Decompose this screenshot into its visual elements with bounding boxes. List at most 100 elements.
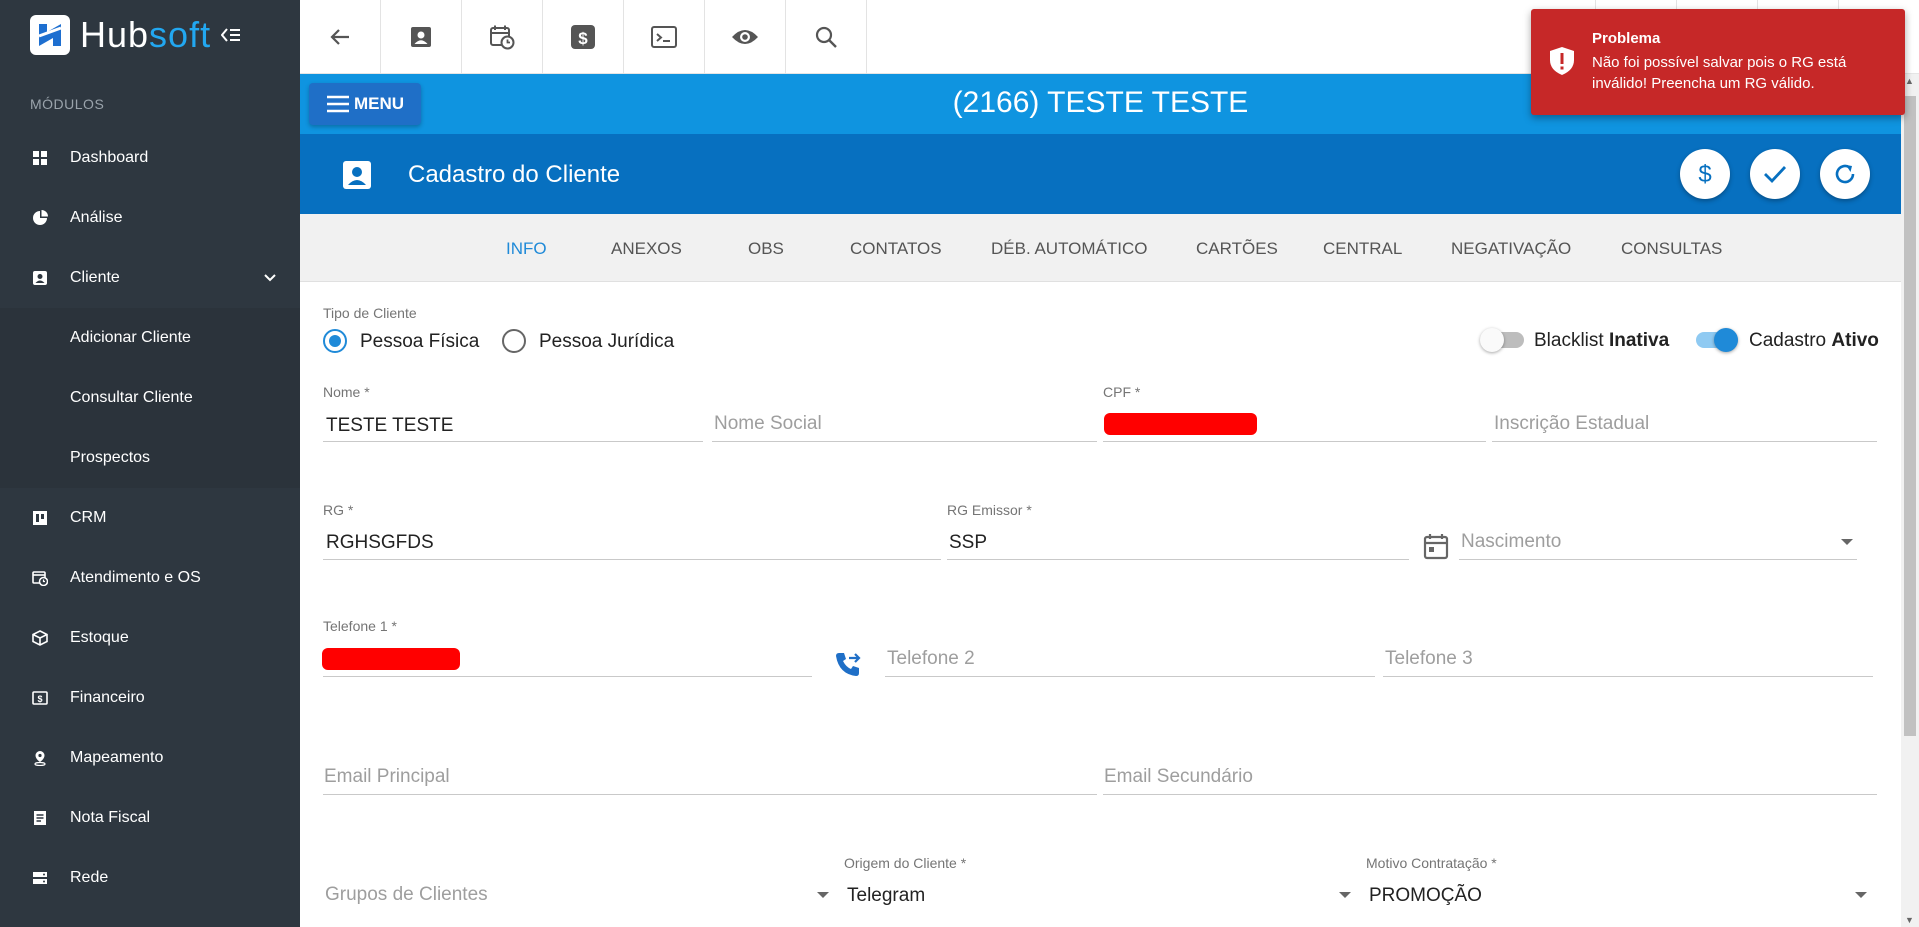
calendar-icon[interactable] [1423, 532, 1449, 565]
tab-contatos[interactable]: CONTATOS [850, 239, 942, 259]
sidebar-item-financeiro[interactable]: $ Financeiro [0, 668, 300, 728]
menu-button[interactable]: MENU [309, 83, 421, 125]
tab-obs[interactable]: OBS [748, 239, 784, 259]
pie-chart-icon [30, 208, 50, 228]
scroll-down-arrow-icon[interactable]: ▼ [1905, 915, 1914, 925]
svg-text:$: $ [1698, 161, 1711, 187]
client-card-button[interactable] [381, 0, 462, 74]
sidebar-item-atendimento[interactable]: Atendimento e OS [0, 548, 300, 608]
nome-input[interactable]: TESTE TESTE [326, 415, 453, 437]
sidebar-item-rede[interactable]: Rede [0, 848, 300, 908]
pessoa-fisica-label: Pessoa Física [360, 331, 480, 352]
origem-dropdown-caret-icon[interactable] [1339, 892, 1351, 898]
sidebar-subitem-adicionar-cliente[interactable]: Adicionar Cliente [0, 308, 300, 368]
motivo-select[interactable]: PROMOÇÃO [1369, 885, 1482, 907]
calendar-clock-icon [30, 568, 50, 588]
dashboard-icon [30, 148, 50, 168]
tab-central[interactable]: CENTRAL [1323, 239, 1402, 259]
nome-social-underline [712, 441, 1097, 442]
telefone1-label: Telefone 1 * [323, 618, 397, 634]
dollar-icon: $ [571, 25, 595, 49]
tab-bar: INFO ANEXOS OBS CONTATOS DÉB. AUTOMÁTICO… [300, 214, 1901, 282]
refresh-button[interactable] [1820, 149, 1870, 199]
sidebar-item-cliente[interactable]: Cliente [0, 248, 300, 308]
tab-negativacao[interactable]: NEGATIVAÇÃO [1451, 239, 1571, 259]
map-pin-icon [30, 748, 50, 768]
cpf-underline [1103, 441, 1486, 442]
hamburger-icon [326, 95, 349, 113]
toast-title: Problema [1592, 30, 1661, 47]
tab-cartoes[interactable]: CARTÕES [1196, 239, 1278, 259]
brand-logo[interactable]: Hubsoft [0, 0, 300, 70]
save-button[interactable] [1750, 149, 1800, 199]
telefone3-input[interactable]: Telefone 3 [1385, 648, 1473, 670]
grupos-dropdown-caret-icon[interactable] [817, 892, 829, 898]
scrollbar-thumb[interactable] [1904, 96, 1916, 736]
nascimento-input[interactable]: Nascimento [1461, 531, 1561, 553]
nome-social-input[interactable]: Nome Social [714, 413, 822, 435]
shield-alert-icon [1549, 46, 1575, 81]
sidebar-subitem-consultar-cliente[interactable]: Consultar Cliente [0, 368, 300, 428]
nome-label: Nome * [323, 384, 370, 400]
sidebar-subitem-prospectos[interactable]: Prospectos [0, 428, 300, 488]
sidebar-item-label: Rede [70, 869, 109, 886]
svg-text:$: $ [578, 29, 588, 48]
tab-consultas[interactable]: CONSULTAS [1621, 239, 1722, 259]
rg-emissor-underline [947, 559, 1409, 560]
inscricao-estadual-input[interactable]: Inscrição Estadual [1494, 413, 1649, 435]
sidebar-item-label: Financeiro [70, 689, 145, 706]
tab-anexos[interactable]: ANEXOS [611, 239, 682, 259]
sidebar: Hubsoft MÓDULOS Dashboard Análise Client… [0, 0, 300, 927]
error-toast[interactable]: Problema Não foi possível salvar pois o … [1531, 9, 1905, 115]
origem-select[interactable]: Telegram [847, 885, 925, 907]
brand-name: Hubsoft [80, 14, 212, 55]
rg-emissor-input[interactable]: SSP [949, 532, 987, 554]
telefone3-underline [1383, 676, 1873, 677]
telefone2-input[interactable]: Telefone 2 [887, 648, 975, 670]
grupos-clientes-select[interactable]: Grupos de Clientes [325, 884, 488, 906]
calendar-clock-icon [490, 25, 515, 50]
telefone1-input-redacted[interactable] [322, 648, 460, 670]
money-icon: $ [30, 688, 50, 708]
motivo-dropdown-caret-icon[interactable] [1855, 892, 1867, 898]
page-scrollbar[interactable]: ▲ ▼ [1901, 74, 1919, 927]
sidebar-item-nota-fiscal[interactable]: Nota Fiscal [0, 788, 300, 848]
radio-pessoa-juridica[interactable] [502, 329, 526, 353]
box-icon [30, 628, 50, 648]
search-button[interactable] [786, 0, 867, 74]
back-button[interactable] [300, 0, 381, 74]
sidebar-item-label: Mapeamento [70, 749, 164, 766]
schedule-button[interactable] [462, 0, 543, 74]
sidebar-item-dashboard[interactable]: Dashboard [0, 128, 300, 188]
nascimento-underline [1459, 559, 1857, 560]
sidebar-item-mapeamento[interactable]: Mapeamento [0, 728, 300, 788]
terminal-button[interactable] [624, 0, 705, 74]
collapse-sidebar-icon[interactable] [220, 22, 241, 48]
financial-action-button[interactable]: $ [1680, 149, 1730, 199]
radio-pessoa-fisica[interactable] [323, 329, 347, 353]
email-secundario-input[interactable]: Email Secundário [1104, 766, 1253, 788]
scroll-up-arrow-icon[interactable]: ▲ [1905, 76, 1914, 86]
sidebar-item-crm[interactable]: CRM [0, 488, 300, 548]
nascimento-dropdown-caret-icon[interactable] [1841, 539, 1853, 545]
chevron-down-icon [264, 269, 276, 287]
tab-deb-automatico[interactable]: DÉB. AUTOMÁTICO [991, 239, 1148, 259]
nome-underline [323, 441, 703, 442]
email-principal-input[interactable]: Email Principal [324, 766, 450, 788]
phone-forward-icon[interactable] [834, 650, 862, 683]
back-arrow-icon [330, 29, 349, 45]
cpf-input-redacted[interactable] [1104, 413, 1257, 435]
sidebar-item-analise[interactable]: Análise [0, 188, 300, 248]
contact-card-icon [342, 160, 372, 195]
sidebar-item-label: Dashboard [70, 149, 149, 166]
financial-button[interactable]: $ [543, 0, 624, 74]
rg-emissor-label: RG Emissor * [947, 502, 1032, 518]
cpf-label: CPF * [1103, 384, 1141, 400]
tab-info[interactable]: INFO [506, 239, 547, 259]
sidebar-item-estoque[interactable]: Estoque [0, 608, 300, 668]
sidebar-item-label: Análise [70, 209, 123, 226]
view-button[interactable] [705, 0, 786, 74]
rg-input[interactable]: RGHSGFDS [326, 532, 434, 554]
pessoa-juridica-label: Pessoa Jurídica [539, 331, 675, 352]
refresh-icon [1835, 164, 1855, 184]
